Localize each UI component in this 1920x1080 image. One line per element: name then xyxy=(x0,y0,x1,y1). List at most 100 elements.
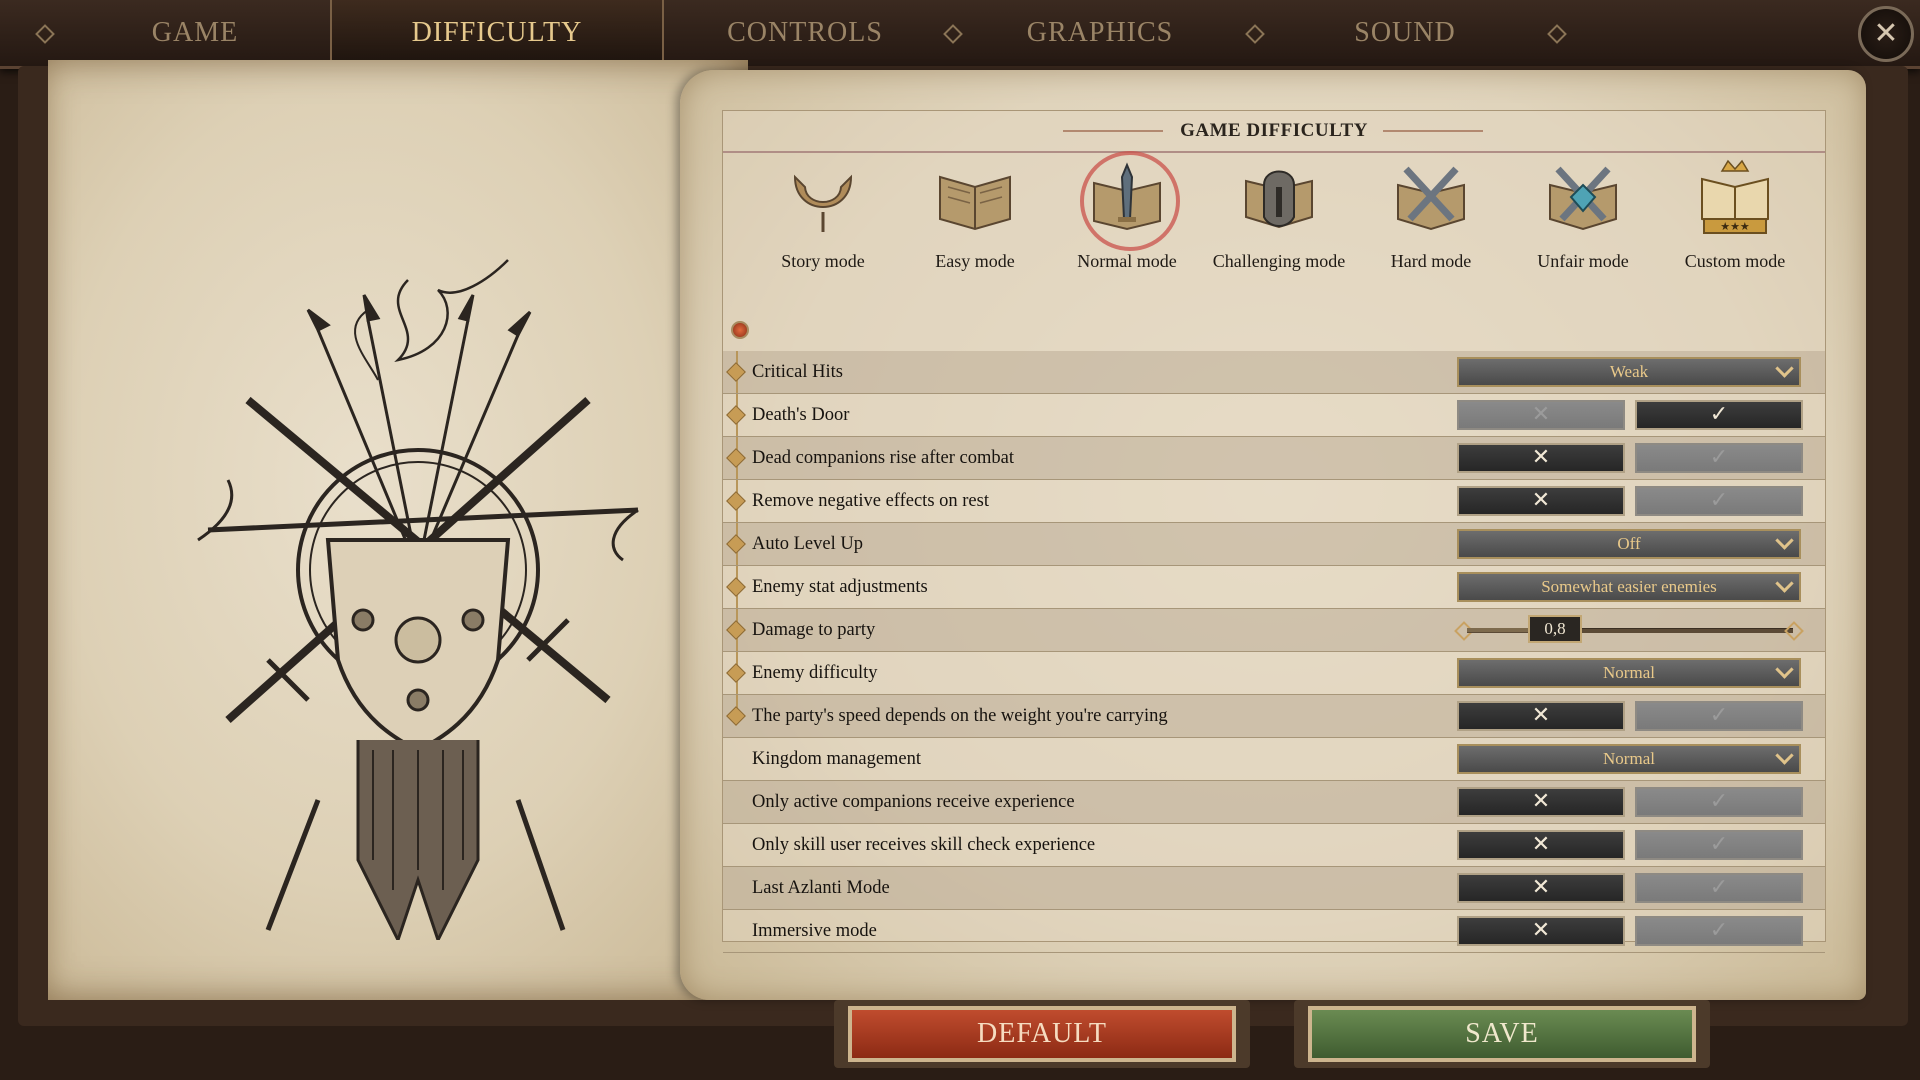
toggle-off-button[interactable]: ✕ xyxy=(1457,873,1625,903)
chevron-down-icon xyxy=(1775,746,1794,765)
kingdom-management-dropdown[interactable]: Normal xyxy=(1457,744,1801,774)
setting-row: Enemy difficulty Normal xyxy=(723,652,1825,695)
enemy-stat-adjustments-dropdown[interactable]: Somewhat easier enemies xyxy=(1457,572,1801,602)
row-bullet xyxy=(726,663,746,683)
damage-to-party-slider[interactable]: 0,8 xyxy=(1454,615,1804,645)
svg-text:★★★: ★★★ xyxy=(1720,220,1750,233)
hard-mode-icon xyxy=(1388,157,1474,243)
toggle-on-button[interactable]: ✓ xyxy=(1635,830,1803,860)
diamond-ornament xyxy=(1245,24,1265,44)
toggle-off-button[interactable]: ✕ xyxy=(1457,787,1625,817)
chevron-down-icon xyxy=(1775,660,1794,679)
tab-controls[interactable]: CONTROLS xyxy=(690,0,920,64)
toggle-off-button[interactable]: ✕ xyxy=(1457,916,1625,946)
chevron-down-icon xyxy=(1775,531,1794,550)
setting-row: Dead companions rise after combat ✕ ✓ xyxy=(723,437,1825,480)
mode-hard[interactable]: Hard mode xyxy=(1361,157,1501,272)
save-button[interactable]: SAVE xyxy=(1308,1006,1696,1062)
toggle-off-button[interactable]: ✕ xyxy=(1457,830,1625,860)
toggle-on-button[interactable]: ✓ xyxy=(1635,701,1803,731)
mode-custom[interactable]: ★★★ Custom mode xyxy=(1665,157,1805,272)
setting-row: Only active companions receive experienc… xyxy=(723,781,1825,824)
cross-icon: ✕ xyxy=(1531,402,1551,427)
setting-row: Only skill user receives skill check exp… xyxy=(723,824,1825,867)
toggle-on-button[interactable]: ✓ xyxy=(1635,443,1803,473)
mode-easy[interactable]: Easy mode xyxy=(905,157,1045,272)
chevron-down-icon xyxy=(1775,359,1794,378)
close-icon: ✕ xyxy=(1873,16,1899,51)
unfair-mode-icon xyxy=(1540,157,1626,243)
critical-hits-dropdown[interactable]: Weak xyxy=(1457,357,1801,387)
tab-difficulty[interactable]: DIFFICULTY xyxy=(330,0,664,64)
check-icon: ✓ xyxy=(1709,789,1729,814)
toggle-on-button[interactable]: ✓ xyxy=(1635,486,1803,516)
mode-label: Hard mode xyxy=(1390,251,1472,271)
setting-label: Last Azlanti Mode xyxy=(752,877,890,898)
close-button[interactable]: ✕ xyxy=(1858,6,1914,62)
toggle-off-button[interactable]: ✕ xyxy=(1457,701,1625,731)
mode-normal[interactable]: Normal mode xyxy=(1057,151,1197,272)
toggle-on-button[interactable]: ✓ xyxy=(1635,400,1803,430)
default-button[interactable]: DEFAULT xyxy=(848,1006,1236,1062)
toggle-on-button[interactable]: ✓ xyxy=(1635,873,1803,903)
setting-label: Only skill user receives skill check exp… xyxy=(752,834,1096,855)
dropdown-value: Off xyxy=(1617,534,1641,553)
setting-row: Critical Hits Weak xyxy=(723,351,1825,394)
setting-label: Enemy stat adjustments xyxy=(752,576,928,597)
tab-sound[interactable]: SOUND xyxy=(1290,0,1520,64)
setting-label: Auto Level Up xyxy=(752,533,863,554)
tab-game[interactable]: GAME xyxy=(80,0,310,64)
setting-label: Death's Door xyxy=(752,404,850,425)
check-icon: ✓ xyxy=(1709,402,1729,427)
mode-label: Unfair mode xyxy=(1537,251,1629,271)
setting-label: Only active companions receive experienc… xyxy=(752,791,1075,812)
story-mode-icon xyxy=(780,157,866,243)
progress-marker xyxy=(731,321,749,339)
toggle-off-button[interactable]: ✕ xyxy=(1457,486,1625,516)
toggle-off-button[interactable]: ✕ xyxy=(1457,443,1625,473)
slider-thumb[interactable]: 0,8 xyxy=(1528,615,1583,643)
setting-label: Remove negative effects on rest xyxy=(752,490,989,511)
setting-row: Remove negative effects on rest ✕ ✓ xyxy=(723,480,1825,523)
check-icon: ✓ xyxy=(1709,703,1729,728)
panel-title: GAME DIFFICULTY xyxy=(723,111,1825,153)
setting-row: Immersive mode ✕ ✓ xyxy=(723,910,1825,953)
setting-label: Immersive mode xyxy=(752,920,877,941)
setting-label: Dead companions rise after combat xyxy=(752,447,1014,468)
cross-icon: ✕ xyxy=(1531,832,1551,857)
dropdown-value: Normal xyxy=(1603,749,1655,768)
setting-label: Damage to party xyxy=(752,619,876,640)
mode-label: Custom mode xyxy=(1684,251,1786,271)
row-bullet xyxy=(726,620,746,640)
cross-icon: ✕ xyxy=(1531,445,1551,470)
dropdown-value: Normal xyxy=(1603,663,1655,682)
challenging-mode-icon xyxy=(1236,157,1322,243)
panel-title-text: GAME DIFFICULTY xyxy=(1180,120,1368,141)
cross-icon: ✕ xyxy=(1531,789,1551,814)
difficulty-panel: GAME DIFFICULTY Story mode Easy mode Nor… xyxy=(722,110,1826,953)
dropdown-value: Weak xyxy=(1609,362,1649,381)
enemy-difficulty-dropdown[interactable]: Normal xyxy=(1457,658,1801,688)
mode-label: Challenging mode xyxy=(1212,251,1346,271)
setting-row: Last Azlanti Mode ✕ ✓ xyxy=(723,867,1825,910)
chevron-down-icon xyxy=(1775,574,1794,593)
setting-row: Damage to party 0,8 xyxy=(723,609,1825,652)
toggle-on-button[interactable]: ✓ xyxy=(1635,787,1803,817)
diamond-ornament xyxy=(35,24,55,44)
row-bullet xyxy=(726,577,746,597)
diamond-ornament xyxy=(1547,24,1567,44)
mode-story[interactable]: Story mode xyxy=(753,157,893,272)
setting-row: The party's speed depends on the weight … xyxy=(723,695,1825,738)
slider-end-icon xyxy=(1784,621,1804,641)
row-bullet xyxy=(726,405,746,425)
toggle-on-button[interactable]: ✓ xyxy=(1635,916,1803,946)
tab-graphics[interactable]: GRAPHICS xyxy=(985,0,1215,64)
left-page xyxy=(48,60,748,1000)
mode-unfair[interactable]: Unfair mode xyxy=(1513,157,1653,272)
dropdown-value: Somewhat easier enemies xyxy=(1541,577,1717,596)
setting-label: Critical Hits xyxy=(752,361,843,382)
auto-level-up-dropdown[interactable]: Off xyxy=(1457,529,1801,559)
check-icon: ✓ xyxy=(1709,918,1729,943)
mode-challenging[interactable]: Challenging mode xyxy=(1209,157,1349,272)
toggle-off-button[interactable]: ✕ xyxy=(1457,400,1625,430)
